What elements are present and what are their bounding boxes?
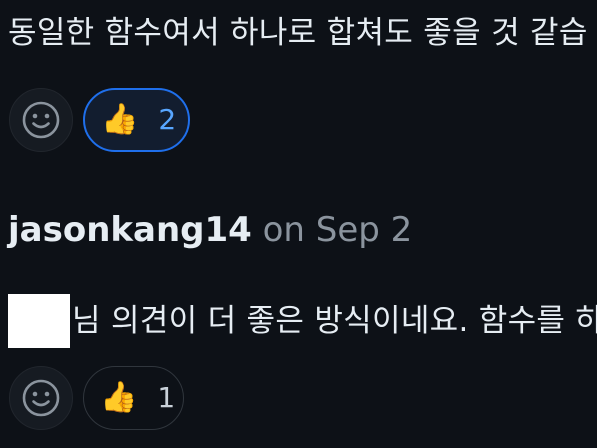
thumbs-up-reaction-button[interactable]: 👍 2 <box>83 88 190 152</box>
reactions-bar: 👍 1 <box>9 366 184 430</box>
comment-timestamp[interactable]: on Sep 2 <box>263 210 413 250</box>
on-label: on <box>262 210 305 250</box>
comment-header: jasonkang14 on Sep 2 <box>8 210 412 250</box>
smiley-icon <box>22 101 60 139</box>
author-link[interactable]: jasonkang14 <box>8 210 252 250</box>
comment-body: 동일한 함수여서 하나로 합쳐도 좋을 것 같습 <box>8 15 588 51</box>
reactions-bar: 👍 2 <box>9 88 190 152</box>
discussion-thread: 동일한 함수여서 하나로 합쳐도 좋을 것 같습 👍 2 jasonkang14… <box>0 0 597 448</box>
smiley-icon <box>22 379 60 417</box>
thumbs-up-reaction-button[interactable]: 👍 1 <box>83 366 184 430</box>
thumbs-up-icon: 👍 <box>101 102 139 137</box>
reaction-count: 2 <box>158 103 177 136</box>
redacted-mention <box>8 294 70 348</box>
comment-body: 님 의견이 더 좋은 방식이네요. 함수를 하 <box>8 294 597 348</box>
comment-date: Sep 2 <box>315 210 413 250</box>
add-reaction-button[interactable] <box>9 88 73 152</box>
add-reaction-button[interactable] <box>9 366 73 430</box>
comment-body-text: 님 의견이 더 좋은 방식이네요. 함수를 하 <box>72 303 597 339</box>
thumbs-up-icon: 👍 <box>100 380 138 415</box>
reaction-count: 1 <box>157 381 176 414</box>
